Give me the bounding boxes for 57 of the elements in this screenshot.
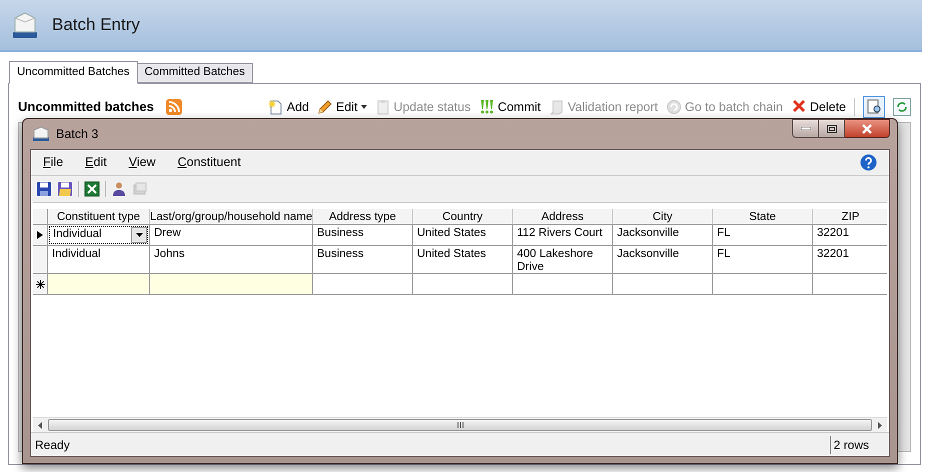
grip-icon — [456, 422, 464, 428]
menu-item[interactable]: Constituent — [178, 153, 241, 172]
person-icon[interactable] — [111, 181, 127, 197]
minimize-button[interactable] — [792, 119, 819, 138]
status-text: Ready — [34, 436, 70, 454]
rss-feed-icon[interactable] — [166, 99, 182, 115]
row-count: 2 rows — [832, 436, 870, 454]
dropdown-caret-icon[interactable] — [131, 227, 147, 243]
column-header[interactable]: Constituent type — [48, 209, 150, 224]
menu-item[interactable]: File — [43, 153, 64, 172]
document-search-icon — [866, 99, 882, 115]
refresh-button[interactable] — [893, 98, 911, 116]
current-row-icon — [37, 231, 43, 239]
close-button[interactable] — [845, 119, 890, 138]
column-header[interactable]: Country — [413, 209, 513, 224]
column-header[interactable]: Last/org/group/household name — [150, 209, 313, 224]
paper-stack-icon — [10, 10, 40, 40]
row-header[interactable] — [33, 274, 48, 294]
column-header[interactable]: City — [613, 209, 713, 224]
new-row-cell[interactable] — [150, 274, 313, 294]
refresh-icon — [896, 101, 908, 113]
new-document-icon — [268, 99, 284, 115]
toolbar-button[interactable]: Add — [268, 98, 310, 116]
clipboard-icon — [374, 99, 391, 115]
save-icon[interactable] — [36, 181, 52, 197]
column-header[interactable]: Address — [513, 209, 613, 224]
scrollbar-thumb[interactable] — [48, 419, 872, 431]
column-header[interactable]: ZIP — [813, 209, 887, 224]
delete-icon — [790, 99, 807, 115]
preview-button[interactable] — [863, 96, 885, 118]
spreadsheet-icon[interactable] — [84, 181, 100, 197]
horizontal-scrollbar[interactable] — [33, 417, 887, 432]
dialog-title: Batch 3 — [56, 126, 98, 143]
maximize-icon — [826, 124, 836, 132]
pencil-icon — [317, 99, 334, 115]
save-folder-icon[interactable] — [57, 181, 73, 197]
close-icon — [861, 124, 873, 134]
tab[interactable]: Uncommitted Batches — [9, 61, 138, 84]
toolbar-button[interactable]: Commit — [478, 98, 541, 116]
report-icon — [548, 99, 565, 115]
toolbar-button[interactable]: Edit — [317, 98, 367, 116]
column-header[interactable]: Address type — [313, 209, 413, 224]
minimize-icon — [800, 127, 810, 130]
menu-item[interactable]: View — [128, 153, 156, 172]
column-header[interactable]: State — [713, 209, 813, 224]
exclamation-marks-icon — [478, 99, 495, 115]
menu-item[interactable]: Edit — [85, 153, 107, 172]
paper-stack-icon — [32, 126, 50, 142]
section-title: Uncommitted batches — [18, 98, 154, 116]
new-row-cell[interactable] — [48, 274, 150, 294]
page-title: Batch Entry — [52, 14, 140, 36]
row-header[interactable] — [33, 225, 48, 245]
tab[interactable]: Committed Batches — [136, 63, 253, 83]
help-icon[interactable] — [860, 154, 877, 171]
toolbar-button[interactable]: Delete — [790, 98, 846, 116]
maximize-button[interactable] — [819, 119, 845, 138]
new-row-icon — [36, 280, 44, 288]
